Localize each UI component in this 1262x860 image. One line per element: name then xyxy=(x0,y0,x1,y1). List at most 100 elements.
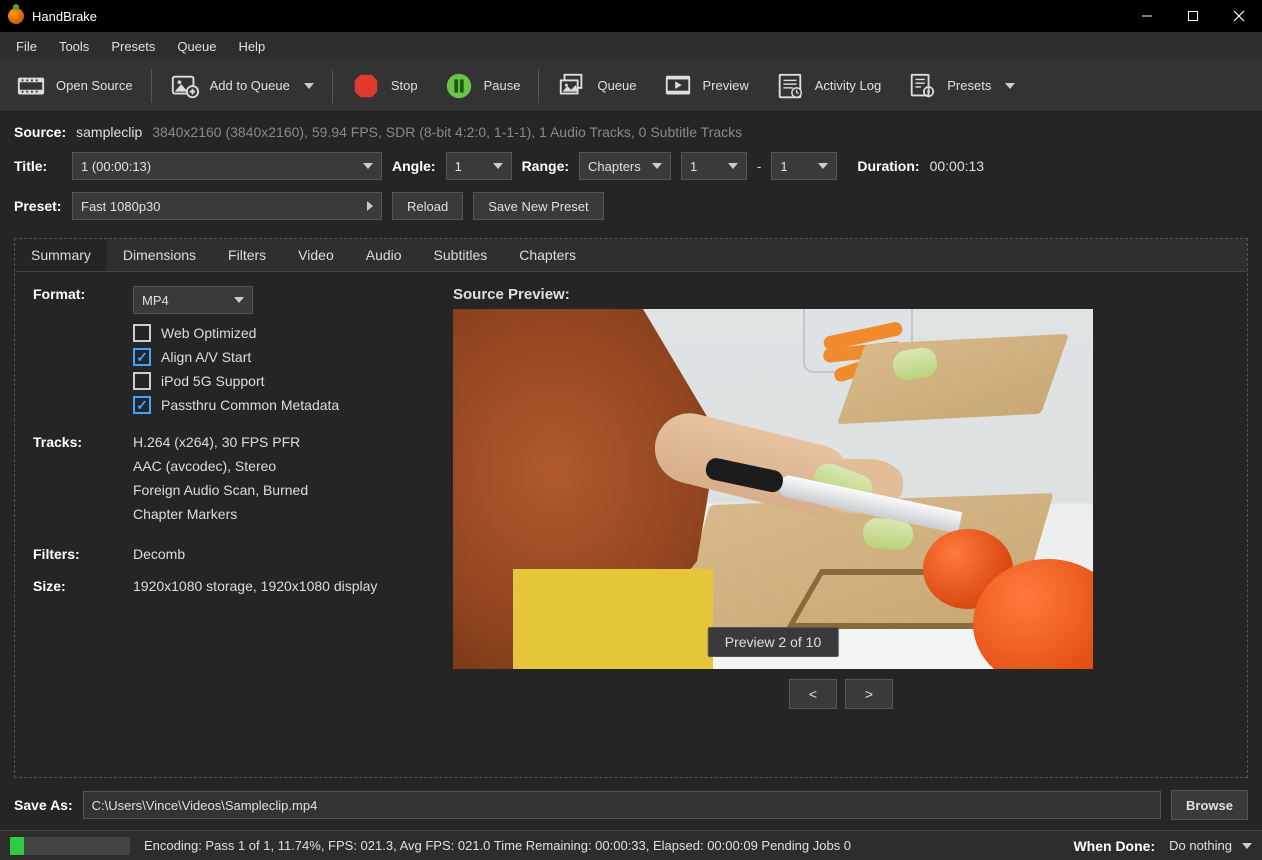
preview-icon xyxy=(663,71,693,101)
save-as-input[interactable] xyxy=(83,791,1161,819)
chevron-down-icon xyxy=(728,163,738,169)
tab-subtitles[interactable]: Subtitles xyxy=(418,239,504,271)
angle-select-value: 1 xyxy=(455,159,462,174)
tab-summary[interactable]: Summary xyxy=(15,239,107,271)
menu-tools[interactable]: Tools xyxy=(49,35,99,58)
settings-panel: Summary Dimensions Filters Video Audio S… xyxy=(14,238,1248,778)
window-maximize-button[interactable] xyxy=(1170,0,1216,32)
tab-video[interactable]: Video xyxy=(282,239,350,271)
title-select[interactable]: 1 (00:00:13) xyxy=(72,152,382,180)
tab-filters[interactable]: Filters xyxy=(212,239,282,271)
menu-queue[interactable]: Queue xyxy=(167,35,226,58)
align-av-check[interactable]: Align A/V Start xyxy=(133,348,423,366)
format-select-value: MP4 xyxy=(142,293,169,308)
pause-button[interactable]: Pause xyxy=(432,65,533,107)
status-text: Encoding: Pass 1 of 1, 11.74%, FPS: 021.… xyxy=(144,838,851,853)
range-to-select[interactable]: 1 xyxy=(771,152,837,180)
preset-select[interactable]: Fast 1080p30 xyxy=(72,192,382,220)
duration-label: Duration: xyxy=(857,158,919,174)
summary-column: Format: MP4 Web Optimized Align A/V S xyxy=(33,286,423,763)
tracks-list: H.264 (x264), 30 FPS PFR AAC (avcodec), … xyxy=(133,434,423,530)
preview-image: Preview 2 of 10 xyxy=(453,309,1093,669)
save-row: Save As: Browse xyxy=(14,790,1248,820)
chevron-down-icon xyxy=(234,297,244,303)
ipod-check[interactable]: iPod 5G Support xyxy=(133,372,423,390)
save-new-preset-button[interactable]: Save New Preset xyxy=(473,192,603,220)
preview-button[interactable]: Preview xyxy=(651,65,761,107)
film-icon xyxy=(16,71,46,101)
size-value: 1920x1080 storage, 1920x1080 display xyxy=(133,578,423,594)
preview-column: Source Preview: xyxy=(453,286,1229,763)
chevron-down-icon xyxy=(652,163,662,169)
track-item: H.264 (x264), 30 FPS PFR xyxy=(133,434,423,450)
range-label: Range: xyxy=(522,158,569,174)
menu-file[interactable]: File xyxy=(6,35,47,58)
browse-label: Browse xyxy=(1186,798,1233,813)
open-source-label: Open Source xyxy=(56,78,133,93)
stop-button[interactable]: Stop xyxy=(339,65,430,107)
range-separator: - xyxy=(757,159,761,174)
presets-label: Presets xyxy=(947,78,991,93)
web-optimized-label: Web Optimized xyxy=(161,325,256,341)
preview-next-button[interactable]: > xyxy=(845,679,893,709)
title-select-value: 1 (00:00:13) xyxy=(81,159,151,174)
open-source-button[interactable]: Open Source xyxy=(4,65,145,107)
preview-scene xyxy=(453,309,1093,669)
chevron-right-icon xyxy=(367,201,373,211)
tab-chapters[interactable]: Chapters xyxy=(503,239,592,271)
align-av-label: Align A/V Start xyxy=(161,349,251,365)
track-item: Foreign Audio Scan, Burned xyxy=(133,482,423,498)
chevron-down-icon xyxy=(1242,843,1252,849)
window-minimize-button[interactable] xyxy=(1124,0,1170,32)
reload-button[interactable]: Reload xyxy=(392,192,463,220)
web-optimized-check[interactable]: Web Optimized xyxy=(133,324,423,342)
app-logo-icon xyxy=(8,8,24,24)
queue-label: Queue xyxy=(597,78,636,93)
checkbox-icon xyxy=(133,372,151,390)
preset-select-value: Fast 1080p30 xyxy=(81,199,161,214)
when-done-select[interactable]: Do nothing xyxy=(1169,838,1252,853)
browse-button[interactable]: Browse xyxy=(1171,790,1248,820)
range-from-value: 1 xyxy=(690,159,697,174)
menu-presets[interactable]: Presets xyxy=(101,35,165,58)
menu-help[interactable]: Help xyxy=(228,35,275,58)
window-close-button[interactable] xyxy=(1216,0,1262,32)
when-done-label: When Done: xyxy=(1073,838,1155,854)
tab-dimensions[interactable]: Dimensions xyxy=(107,239,212,271)
progress-bar xyxy=(10,837,130,855)
separator xyxy=(151,69,152,103)
queue-button[interactable]: Queue xyxy=(545,65,648,107)
source-label: Source: xyxy=(14,124,66,140)
range-type-value: Chapters xyxy=(588,159,641,174)
format-select[interactable]: MP4 xyxy=(133,286,253,314)
checkbox-icon xyxy=(133,324,151,342)
window-title: HandBrake xyxy=(32,9,97,24)
angle-select[interactable]: 1 xyxy=(446,152,512,180)
preview-prev-button[interactable]: < xyxy=(789,679,837,709)
duration-value: 00:00:13 xyxy=(930,158,985,174)
range-type-select[interactable]: Chapters xyxy=(579,152,671,180)
passthru-check[interactable]: Passthru Common Metadata xyxy=(133,396,423,414)
preview-nav: < > xyxy=(453,679,1229,709)
queue-icon xyxy=(557,71,587,101)
separator xyxy=(538,69,539,103)
track-item: AAC (avcodec), Stereo xyxy=(133,458,423,474)
range-from-select[interactable]: 1 xyxy=(681,152,747,180)
add-image-icon xyxy=(170,71,200,101)
range-to-value: 1 xyxy=(780,159,787,174)
stop-label: Stop xyxy=(391,78,418,93)
tracks-label: Tracks: xyxy=(33,434,133,530)
activity-log-button[interactable]: Activity Log xyxy=(763,65,893,107)
chevron-down-icon xyxy=(304,83,314,89)
main-area: Source: sampleclip 3840x2160 (3840x2160)… xyxy=(0,112,1262,830)
presets-button[interactable]: Presets xyxy=(895,65,1027,107)
arrow-right-icon: > xyxy=(865,686,873,702)
log-icon xyxy=(775,71,805,101)
add-to-queue-button[interactable]: Add to Queue xyxy=(158,65,326,107)
checkbox-checked-icon xyxy=(133,396,151,414)
tab-audio[interactable]: Audio xyxy=(350,239,418,271)
save-new-preset-label: Save New Preset xyxy=(488,199,588,214)
preview-badge: Preview 2 of 10 xyxy=(708,627,839,657)
size-label: Size: xyxy=(33,578,133,594)
progress-fill xyxy=(10,837,24,855)
